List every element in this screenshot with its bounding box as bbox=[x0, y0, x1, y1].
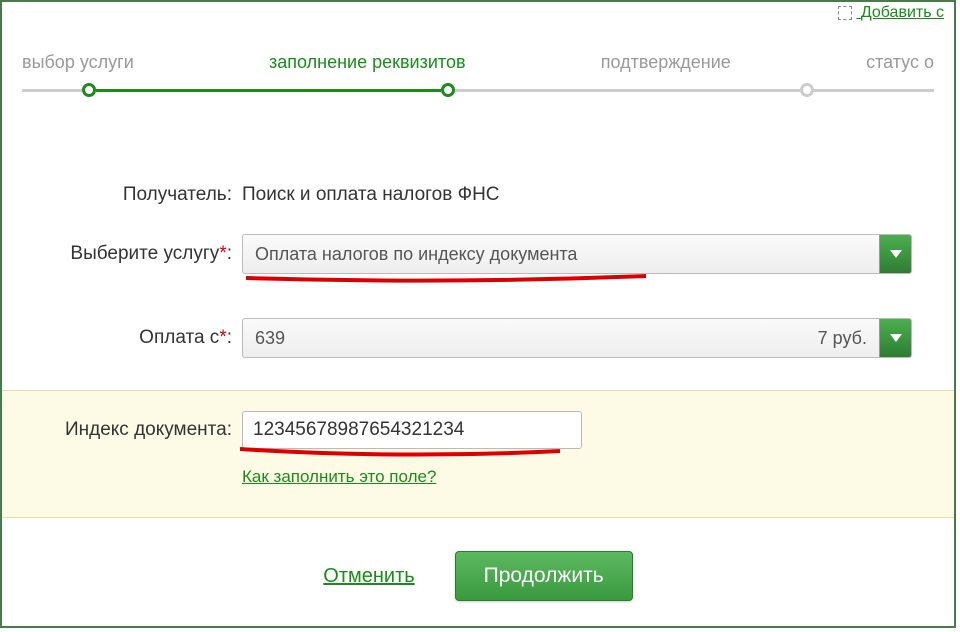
required-mark: * bbox=[219, 327, 226, 348]
step-line bbox=[22, 89, 82, 92]
recipient-row: Получатель: Поиск и оплата налогов ФНС bbox=[2, 167, 954, 222]
step-line bbox=[96, 89, 441, 92]
chevron-down-icon bbox=[879, 319, 911, 357]
step-4-label: статус о bbox=[866, 52, 934, 73]
add-link[interactable]: Добавить с bbox=[838, 4, 944, 22]
docindex-row: Индекс документа: Как заполнить это поле… bbox=[2, 390, 954, 518]
stepper: выбор услуги заполнение реквизитов подтв… bbox=[2, 52, 954, 73]
continue-button[interactable]: Продолжить bbox=[455, 551, 633, 601]
payfrom-row: Оплата с*: 639 7 руб. bbox=[2, 306, 954, 370]
step-dot-2 bbox=[441, 83, 455, 97]
chevron-down-icon bbox=[879, 235, 911, 273]
step-line bbox=[455, 89, 800, 92]
add-icon bbox=[838, 6, 852, 20]
service-select[interactable]: Оплата налогов по индексу документа bbox=[242, 234, 912, 274]
recipient-value: Поиск и оплата налогов ФНС bbox=[242, 184, 934, 206]
cancel-link[interactable]: Отменить bbox=[323, 565, 414, 588]
service-select-text: Оплата налогов по индексу документа bbox=[243, 244, 879, 265]
stepper-track bbox=[2, 83, 954, 97]
payfrom-select[interactable]: 639 7 руб. bbox=[242, 318, 912, 358]
step-2-label: заполнение реквизитов bbox=[269, 52, 466, 73]
docindex-label: Индекс документа: bbox=[22, 411, 242, 441]
payfrom-select-text: 639 7 руб. bbox=[243, 328, 879, 349]
annotation-underline bbox=[240, 447, 560, 461]
required-mark: * bbox=[219, 243, 226, 264]
recipient-label: Получатель: bbox=[22, 184, 242, 206]
step-dot-3 bbox=[800, 83, 814, 97]
step-line bbox=[814, 89, 934, 92]
help-link[interactable]: Как заполнить это поле? bbox=[242, 467, 934, 487]
annotation-underline bbox=[246, 274, 646, 286]
payfrom-label: Оплата с*: bbox=[22, 327, 242, 349]
step-1-label: выбор услуги bbox=[22, 52, 134, 73]
service-label: Выберите услугу*: bbox=[22, 243, 242, 265]
service-row: Выберите услугу*: Оплата налогов по инде… bbox=[2, 222, 954, 286]
docindex-input[interactable] bbox=[242, 411, 582, 449]
add-link-text: Добавить с bbox=[861, 4, 944, 21]
actions-bar: Отменить Продолжить bbox=[2, 551, 954, 601]
step-dot-1 bbox=[82, 83, 96, 97]
step-3-label: подтверждение bbox=[601, 52, 731, 73]
